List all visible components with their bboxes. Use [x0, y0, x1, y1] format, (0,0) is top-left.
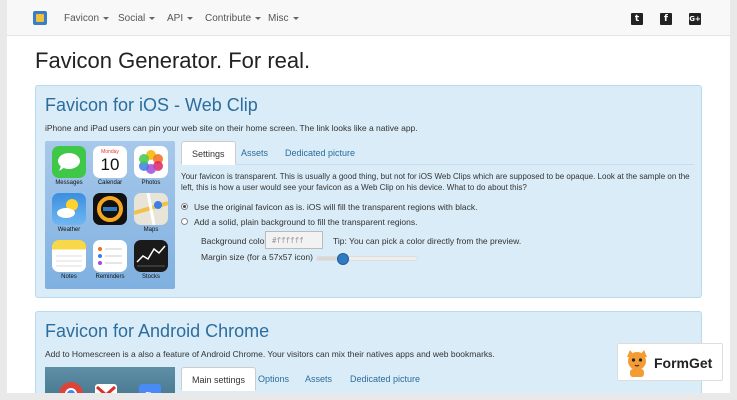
messages-app-icon [52, 146, 86, 178]
transparency-notice: Your favicon is transparent. This is usu… [181, 172, 690, 192]
radio-button[interactable] [181, 218, 188, 226]
radio-solid-option[interactable]: Add a solid, plain background to fill th… [181, 217, 418, 227]
ios-panel-title: Favicon for iOS - Web Clip [45, 95, 258, 115]
background-color-input[interactable]: #ffffff [265, 231, 323, 249]
stocks-app-icon [134, 240, 168, 272]
background-color-label: Background color [201, 236, 268, 246]
facebook-icon[interactable]: f [660, 13, 672, 25]
page-title: Favicon Generator. For real. [35, 48, 311, 73]
google-plus-icon[interactable]: G+ [689, 13, 701, 25]
app-label: Maps [143, 227, 159, 233]
android-panel-title: Favicon for Android Chrome [45, 321, 270, 341]
nav-social[interactable]: Social [118, 13, 156, 24]
nav-misc[interactable]: Misc [268, 13, 299, 24]
notes-app-icon [52, 240, 86, 272]
nav-favicon[interactable]: Favicon [64, 13, 110, 24]
radio-original-option[interactable]: Use the original favicon as is. iOS will… [181, 202, 477, 212]
app-label: Stocks [141, 274, 160, 280]
tab-settings[interactable]: Settings [181, 141, 236, 165]
caret-down-icon [187, 16, 194, 20]
tab-dedicated-picture[interactable]: Dedicated picture [340, 367, 430, 391]
caret-down-icon [255, 16, 262, 20]
maps-app-icon [133, 192, 169, 226]
formget-cat-icon [627, 350, 647, 377]
app-label: Calendar [97, 180, 123, 186]
calendar-app-icon: Monday 10 [93, 146, 127, 178]
photos-app-icon [134, 146, 168, 178]
app-label: Messages [55, 180, 83, 186]
radio-button-selected[interactable] [181, 203, 188, 211]
color-tip: Tip: You can pick a color directly from … [333, 236, 522, 246]
page-frame: Favicon Social API Contribute Misc t f G… [7, 0, 730, 393]
app-label: Photos [141, 180, 161, 186]
ios-tabs: Settings Assets Dedicated picture [181, 141, 694, 165]
calendar-date: 10 [100, 155, 120, 174]
tab-options[interactable]: Options [248, 367, 299, 391]
tab-main-settings[interactable]: Main settings [181, 367, 257, 391]
nav-api[interactable]: API [167, 13, 194, 24]
formget-label: FormGet [654, 355, 713, 371]
logo-icon[interactable] [33, 11, 47, 25]
reminders-app-icon [93, 240, 127, 272]
navbar: Favicon Social API Contribute Misc t f G… [7, 0, 730, 36]
twitter-icon[interactable]: t [631, 13, 643, 25]
nav-contribute[interactable]: Contribute [205, 13, 262, 24]
android-preview: g [45, 367, 175, 393]
tab-assets[interactable]: Assets [295, 367, 342, 391]
app-label: Notes [61, 274, 77, 280]
weather-app-icon [52, 193, 86, 225]
android-panel-description: Add to Homescreen is a also a feature of… [45, 349, 495, 359]
margin-slider[interactable] [316, 253, 418, 265]
android-panel: Favicon for Android Chrome Add to Homesc… [35, 311, 702, 393]
app-label: Reminders [95, 274, 125, 280]
app-label: Weather [57, 227, 81, 233]
caret-down-icon [103, 16, 110, 20]
ios-preview: Messages Monday 10 Calendar Photos Weath… [45, 141, 175, 289]
caret-down-icon [292, 16, 299, 20]
tab-dedicated-picture[interactable]: Dedicated picture [275, 141, 365, 165]
ios-panel: Favicon for iOS - Web Clip iPhone and iP… [35, 85, 702, 298]
margin-size-label: Margin size (for a 57x57 icon) [201, 252, 313, 262]
svg-text:g: g [144, 388, 152, 393]
ios-panel-description: iPhone and iPad users can pin your web s… [45, 123, 418, 133]
formget-badge[interactable]: FormGet [617, 343, 723, 381]
slider-handle[interactable] [337, 253, 349, 265]
sample-favicon-icon [93, 193, 127, 225]
tab-assets[interactable]: Assets [231, 141, 278, 165]
caret-down-icon [149, 16, 156, 20]
